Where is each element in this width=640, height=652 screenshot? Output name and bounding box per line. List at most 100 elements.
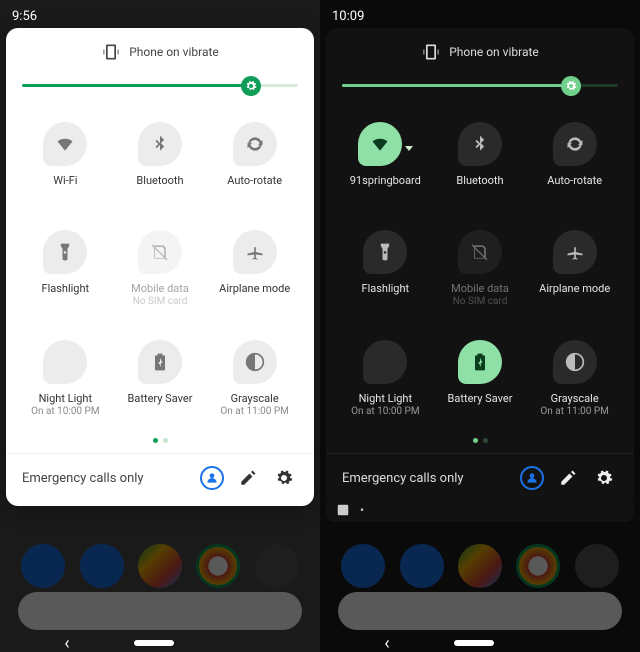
dot-icon: • bbox=[360, 503, 364, 517]
bluetooth-icon bbox=[458, 122, 502, 166]
edit-tiles-button[interactable] bbox=[554, 464, 582, 492]
airplane-icon bbox=[553, 230, 597, 274]
home-pill[interactable] bbox=[454, 640, 494, 646]
google-search-bar bbox=[338, 592, 622, 630]
expand-chevron-icon bbox=[405, 146, 413, 151]
wifi-icon bbox=[358, 122, 402, 166]
messages-app-icon bbox=[400, 544, 444, 588]
qs-tile-label: Auto-rotate bbox=[227, 174, 282, 187]
qs-tile-label: Grayscale bbox=[231, 392, 279, 405]
qs-tile-battery[interactable]: Battery Saver bbox=[115, 340, 206, 418]
status-bar: 9:56 bbox=[0, 0, 320, 28]
brightness-thumb[interactable] bbox=[561, 76, 581, 96]
bluetooth-icon bbox=[138, 122, 182, 166]
qs-tile-label: Flashlight bbox=[361, 282, 409, 295]
night-light-icon bbox=[43, 340, 87, 384]
settings-button[interactable] bbox=[270, 464, 298, 492]
qs-tile-label: Mobile data bbox=[451, 282, 509, 295]
qs-tile-mobiledata[interactable]: Mobile data No SIM card bbox=[435, 230, 526, 308]
qs-tile-label: Grayscale bbox=[551, 392, 599, 405]
qs-tile-mobiledata[interactable]: Mobile data No SIM card bbox=[115, 230, 206, 308]
qs-tile-autorotate[interactable]: Auto-rotate bbox=[529, 122, 620, 198]
qs-tile-bluetooth[interactable]: Bluetooth bbox=[435, 122, 526, 198]
flashlight-icon bbox=[363, 230, 407, 274]
clock: 9:56 bbox=[12, 9, 37, 24]
qs-tile-flashlight[interactable]: Flashlight bbox=[20, 230, 111, 308]
user-switch-button[interactable] bbox=[518, 464, 546, 492]
brightness-thumb[interactable] bbox=[241, 76, 261, 96]
qs-tile-airplane[interactable]: Airplane mode bbox=[209, 230, 300, 308]
home-pill[interactable] bbox=[134, 640, 174, 646]
status-bar: 10:09 bbox=[320, 0, 640, 28]
brightness-slider[interactable] bbox=[342, 72, 618, 100]
qs-tile-label: Battery Saver bbox=[128, 392, 193, 405]
camera-app-icon bbox=[255, 544, 299, 588]
qs-tile-sublabel: On at 10:00 PM bbox=[351, 406, 420, 418]
sim-off-icon bbox=[458, 230, 502, 274]
phone-app-icon bbox=[341, 544, 385, 588]
qs-tile-sublabel: No SIM card bbox=[133, 296, 188, 308]
ringer-mode-label: Phone on vibrate bbox=[449, 45, 539, 59]
vibrate-icon bbox=[101, 42, 121, 62]
page-dot bbox=[153, 438, 158, 443]
qs-tile-label: Mobile data bbox=[131, 282, 189, 295]
page-dot bbox=[473, 438, 478, 443]
qs-tile-wifi[interactable]: 91springboard bbox=[340, 122, 431, 198]
qs-tile-nightlight[interactable]: Night Light On at 10:00 PM bbox=[340, 340, 431, 418]
ringer-mode-row[interactable]: Phone on vibrate bbox=[336, 42, 624, 62]
back-button[interactable]: ‹ bbox=[64, 633, 69, 652]
qs-tile-flashlight[interactable]: Flashlight bbox=[340, 230, 431, 308]
qs-tile-label: Airplane mode bbox=[539, 282, 610, 295]
qs-tile-autorotate[interactable]: Auto-rotate bbox=[209, 122, 300, 198]
page-indicator bbox=[16, 438, 304, 443]
night-light-icon bbox=[363, 340, 407, 384]
grayscale-icon bbox=[233, 340, 277, 384]
brightness-fill bbox=[342, 84, 571, 87]
network-status: Emergency calls only bbox=[342, 471, 464, 486]
settings-button[interactable] bbox=[590, 464, 618, 492]
messages-app-icon bbox=[80, 544, 124, 588]
qs-tile-grid: 91springboard Bluetooth Auto-rotate bbox=[336, 118, 624, 424]
edit-tiles-button[interactable] bbox=[234, 464, 262, 492]
qs-tile-battery[interactable]: Battery Saver bbox=[435, 340, 526, 418]
qs-tile-airplane[interactable]: Airplane mode bbox=[529, 230, 620, 308]
qs-footer: Emergency calls only bbox=[336, 454, 624, 498]
quick-settings-panel: Phone on vibrate 91springboard Bluetooth bbox=[326, 28, 634, 506]
network-status: Emergency calls only bbox=[22, 471, 144, 486]
qs-tile-wifi[interactable]: Wi-Fi bbox=[20, 122, 111, 198]
page-dot bbox=[483, 438, 488, 443]
qs-tile-label: Flashlight bbox=[41, 282, 89, 295]
page-indicator bbox=[336, 438, 624, 443]
qs-tile-label: Bluetooth bbox=[136, 174, 183, 187]
wifi-icon bbox=[43, 122, 87, 166]
airplane-icon bbox=[233, 230, 277, 274]
qs-tile-sublabel: On at 10:00 PM bbox=[31, 406, 100, 418]
camera-app-icon bbox=[575, 544, 619, 588]
qs-tile-sublabel: No SIM card bbox=[453, 296, 508, 308]
ringer-mode-label: Phone on vibrate bbox=[129, 45, 219, 59]
user-switch-button[interactable] bbox=[198, 464, 226, 492]
qs-tile-bluetooth[interactable]: Bluetooth bbox=[115, 122, 206, 198]
qs-tile-grayscale[interactable]: Grayscale On at 11:00 PM bbox=[529, 340, 620, 418]
brightness-slider[interactable] bbox=[22, 72, 298, 100]
sim-off-icon bbox=[138, 230, 182, 274]
qs-tile-label: Night Light bbox=[359, 392, 413, 405]
ringer-mode-row[interactable]: Phone on vibrate bbox=[16, 42, 304, 62]
grayscale-icon bbox=[553, 340, 597, 384]
page-dot bbox=[163, 438, 168, 443]
chrome-app-icon bbox=[196, 544, 240, 588]
auto-rotate-icon bbox=[553, 122, 597, 166]
flashlight-icon bbox=[43, 230, 87, 274]
qs-tile-label: Airplane mode bbox=[219, 282, 290, 295]
play-store-app-icon bbox=[458, 544, 502, 588]
back-button[interactable]: ‹ bbox=[384, 633, 389, 652]
battery-saver-icon bbox=[138, 340, 182, 384]
qs-tile-nightlight[interactable]: Night Light On at 10:00 PM bbox=[20, 340, 111, 418]
nav-bar: ‹ bbox=[0, 634, 320, 652]
qs-tile-label: Bluetooth bbox=[456, 174, 503, 187]
qs-footer: Emergency calls only bbox=[16, 454, 304, 498]
clock: 10:09 bbox=[332, 9, 364, 24]
notification-row[interactable]: • bbox=[326, 498, 634, 522]
qs-tile-grid: Wi-Fi Bluetooth Auto-rotate Flashli bbox=[16, 118, 304, 424]
qs-tile-grayscale[interactable]: Grayscale On at 11:00 PM bbox=[209, 340, 300, 418]
